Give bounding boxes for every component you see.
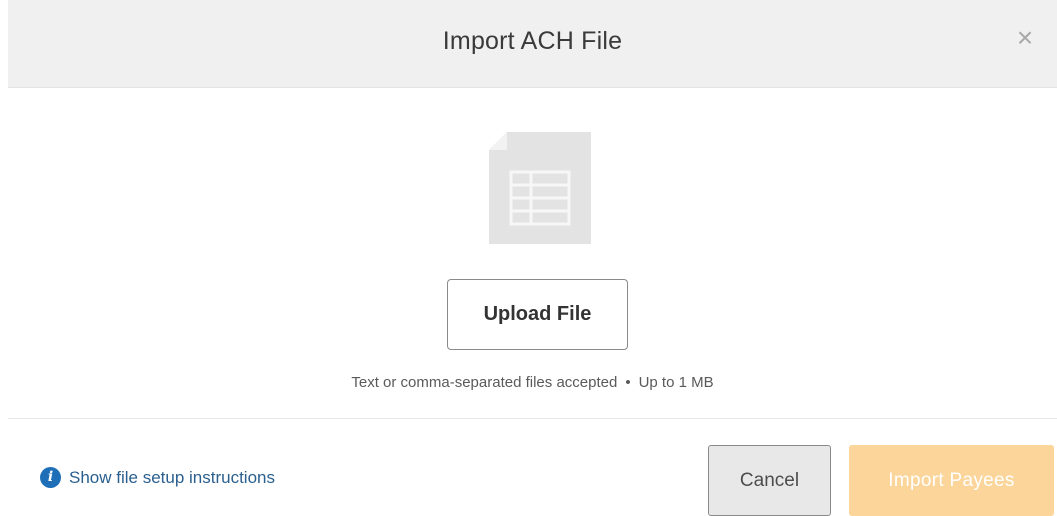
hint-separator: •	[625, 374, 631, 391]
accepted-types-text: Text or comma-separated files accepted	[351, 374, 618, 391]
info-icon: i	[40, 467, 61, 488]
spreadsheet-file-icon	[489, 132, 591, 244]
dialog-footer: i Show file setup instructions Cancel Im…	[0, 419, 1057, 516]
import-payees-button[interactable]: Import Payees	[849, 445, 1054, 516]
close-icon[interactable]: ×	[1013, 24, 1037, 52]
show-instructions-link[interactable]: i Show file setup instructions	[40, 467, 275, 488]
dialog-body: Upload File Text or comma-separated file…	[8, 88, 1057, 419]
dialog-header: Import ACH File ×	[8, 0, 1057, 88]
show-instructions-label: Show file setup instructions	[69, 467, 275, 487]
upload-file-button[interactable]: Upload File	[447, 279, 628, 350]
cancel-button[interactable]: Cancel	[708, 445, 831, 516]
upload-hint: Text or comma-separated files accepted • U…	[8, 374, 1057, 391]
size-limit-text: Up to 1 MB	[638, 374, 714, 391]
dialog-title: Import ACH File	[442, 27, 623, 55]
import-ach-dialog: Import ACH File × Upload File Text or co…	[0, 0, 1057, 516]
